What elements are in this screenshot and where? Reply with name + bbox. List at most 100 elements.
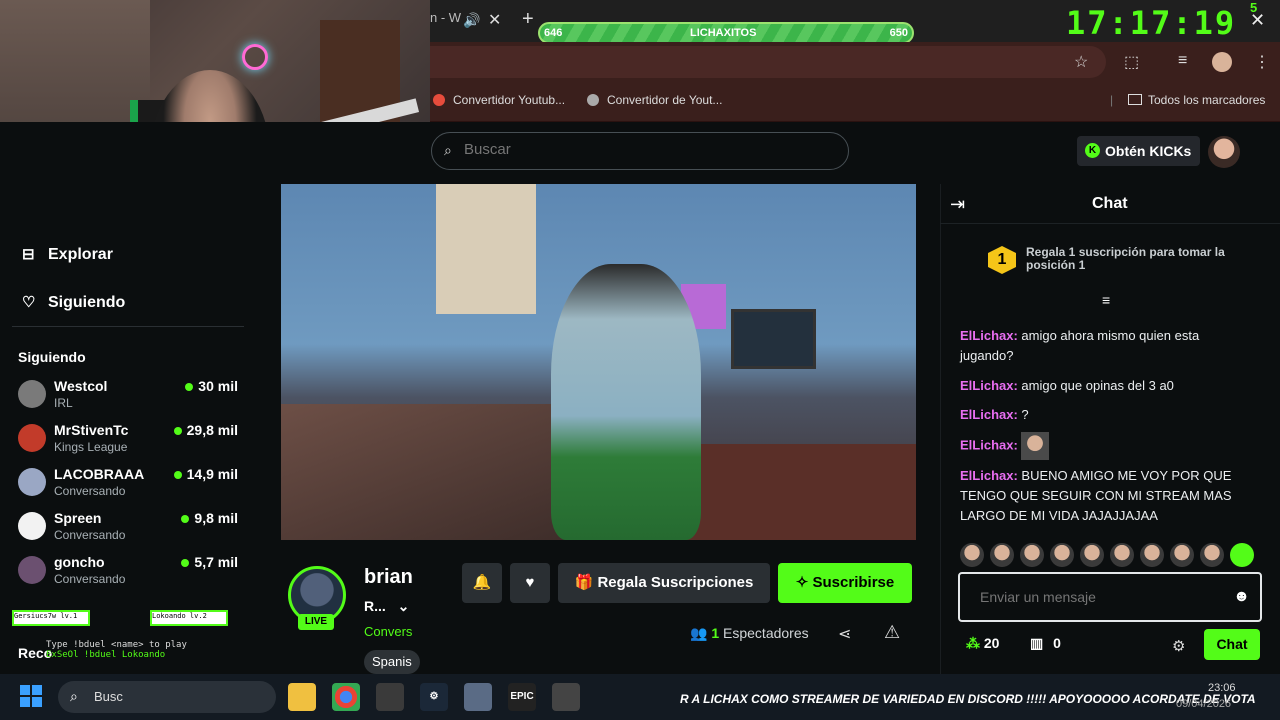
chat-username[interactable]: ElLichax: [960,468,1018,483]
chat-message: ElLichax: [960,432,1240,460]
goal-name: LICHAXITOS [690,27,757,39]
channel-avatar [18,468,46,496]
channel-title[interactable]: brian [364,566,413,589]
goal-left-value: 646 [544,27,563,39]
emote[interactable] [990,543,1014,567]
gift-subs-label: Regala Suscripciones [597,574,754,591]
followed-channel[interactable]: goncho Conversando 5,7 mil [18,554,244,596]
stream-title-text: R... [364,598,386,614]
language-tag[interactable]: Spanis [364,650,420,674]
followed-channel[interactable]: Spreen Conversando 9,8 mil [18,510,244,552]
followed-channel[interactable]: MrStivenTc Kings League 29,8 mil [18,422,244,464]
followed-channel[interactable]: LACOBRAAA Conversando 14,9 mil [18,466,244,508]
notify-bell-button[interactable]: 🔔 [462,563,502,603]
points-value: 20 [983,635,1000,651]
speaker-icon[interactable]: 🔊 [463,12,480,29]
tab-close-icon[interactable]: ✕ [488,10,501,30]
chrome-icon[interactable] [332,683,360,711]
globe-icon [587,94,599,106]
chat-username[interactable]: ElLichax: [960,437,1018,452]
channel-category: IRL [54,396,73,410]
nav-following-label: Siguiendo [48,294,126,311]
extensions-icon[interactable]: ⬚ [1124,52,1139,72]
nav-explore-label: Explorar [48,246,113,263]
star-icon[interactable]: ☆ [1074,52,1088,72]
gift-subs-button[interactable]: 🎁 Regala Suscripciones [558,563,770,603]
new-tab-icon[interactable]: + [522,8,534,31]
collapse-chat-icon[interactable]: ⇥ [950,194,965,215]
chat-message: ElLichax: amigo que opinas del 3 a0 [960,376,1240,396]
chat-username[interactable]: ElLichax: [960,328,1018,343]
profile-avatar-icon[interactable] [1212,52,1232,72]
nav-explore[interactable]: ⊟ Explorar [22,245,113,264]
emoji-icon[interactable]: ☻ [1233,588,1250,606]
viewer-count: 👥 1 Espectadores [690,625,809,642]
followed-channel[interactable]: Westcol IRL 30 mil [18,378,244,420]
media-control-icon[interactable]: ≡ [1178,52,1187,70]
chat-input-box[interactable]: ☻ [958,572,1262,622]
chat-message: ElLichax: BUENO AMIGO ME VOY POR QUE TEN… [960,466,1240,526]
duel-instructions: Type !bduel <name> to play [46,640,187,650]
steam-icon[interactable]: ⚙ [420,683,448,711]
nav-following[interactable]: ♡ Siguiendo [22,293,125,312]
channel-category: Conversando [54,528,126,542]
channel-avatar [18,380,46,408]
search-bar[interactable]: ⌕ [431,132,849,170]
window-close-icon[interactable]: ✕ [1250,10,1265,31]
share-icon[interactable]: ⋖ [838,624,851,644]
emote-bar [960,543,1260,569]
heart-icon: ♥ [525,574,535,591]
chat-username[interactable]: ElLichax: [960,378,1018,393]
stream-category[interactable]: Convers [364,624,412,639]
app-icon[interactable] [376,683,404,711]
viewer-label: Espectadores [723,625,809,641]
subscribe-button[interactable]: ✧ Suscribirse [778,563,912,603]
channel-viewers: 14,9 mil [174,466,238,482]
app-icon[interactable] [552,683,580,711]
folder-icon [1128,94,1142,105]
follow-button[interactable]: ♥ [510,563,550,603]
emote[interactable] [1200,543,1224,567]
taskbar-date[interactable]: 09/04/2026 [1176,698,1231,710]
chat-message-input[interactable] [980,589,1220,605]
drops-counter[interactable]: ▥ 0 [1030,635,1061,652]
bookmark-item[interactable]: Convertidor de Yout... [587,93,722,107]
emote[interactable] [1110,543,1134,567]
search-input[interactable] [464,141,824,158]
store-icon: ▥ [1030,635,1048,651]
emote[interactable] [960,543,984,567]
emote[interactable] [1230,543,1254,567]
chat-username[interactable]: ElLichax: [960,407,1018,422]
channel-name: MrStivenTc [54,422,129,438]
settings-icon[interactable] [464,683,492,711]
address-field[interactable] [430,46,1106,78]
emote[interactable] [1020,543,1044,567]
taskbar-time[interactable]: 23:06 [1208,682,1236,694]
file-explorer-icon[interactable] [288,683,316,711]
chat-send-button[interactable]: Chat [1204,629,1260,660]
bookmark-item[interactable]: Convertidor Youtub... [433,93,565,107]
get-kicks-button[interactable]: K Obtén KICKs [1077,136,1200,166]
windows-start-icon[interactable] [20,685,42,707]
stream-title[interactable]: R... ⌄ [364,598,409,615]
emote[interactable] [1170,543,1194,567]
expand-icon[interactable]: ≡ [1102,292,1110,308]
search-icon: ⌕ [70,688,78,704]
menu-dots-icon[interactable]: ⋮ [1254,52,1270,72]
channel-points[interactable]: ⁂ 20 [966,635,999,652]
epic-games-icon[interactable]: EPIC [508,683,536,711]
channel-category: Kings League [54,440,128,454]
pinned-text: Regala 1 suscripción para tomar la posic… [1026,245,1225,272]
all-bookmarks[interactable]: Todos los marcadores [1128,93,1265,107]
bookmark-label: Todos los marcadores [1148,93,1266,107]
bell-icon: 🔔 [472,574,492,591]
user-avatar[interactable] [1208,136,1240,168]
emote[interactable] [1050,543,1074,567]
taskbar-search[interactable]: ⌕ Busc [58,681,276,713]
emote[interactable] [1140,543,1164,567]
report-icon[interactable]: ⚠ [884,622,900,643]
emote[interactable] [1080,543,1104,567]
video-player[interactable] [281,184,916,540]
gear-icon[interactable]: ⚙ [1172,637,1185,655]
tab-title[interactable]: n - W [430,10,461,25]
